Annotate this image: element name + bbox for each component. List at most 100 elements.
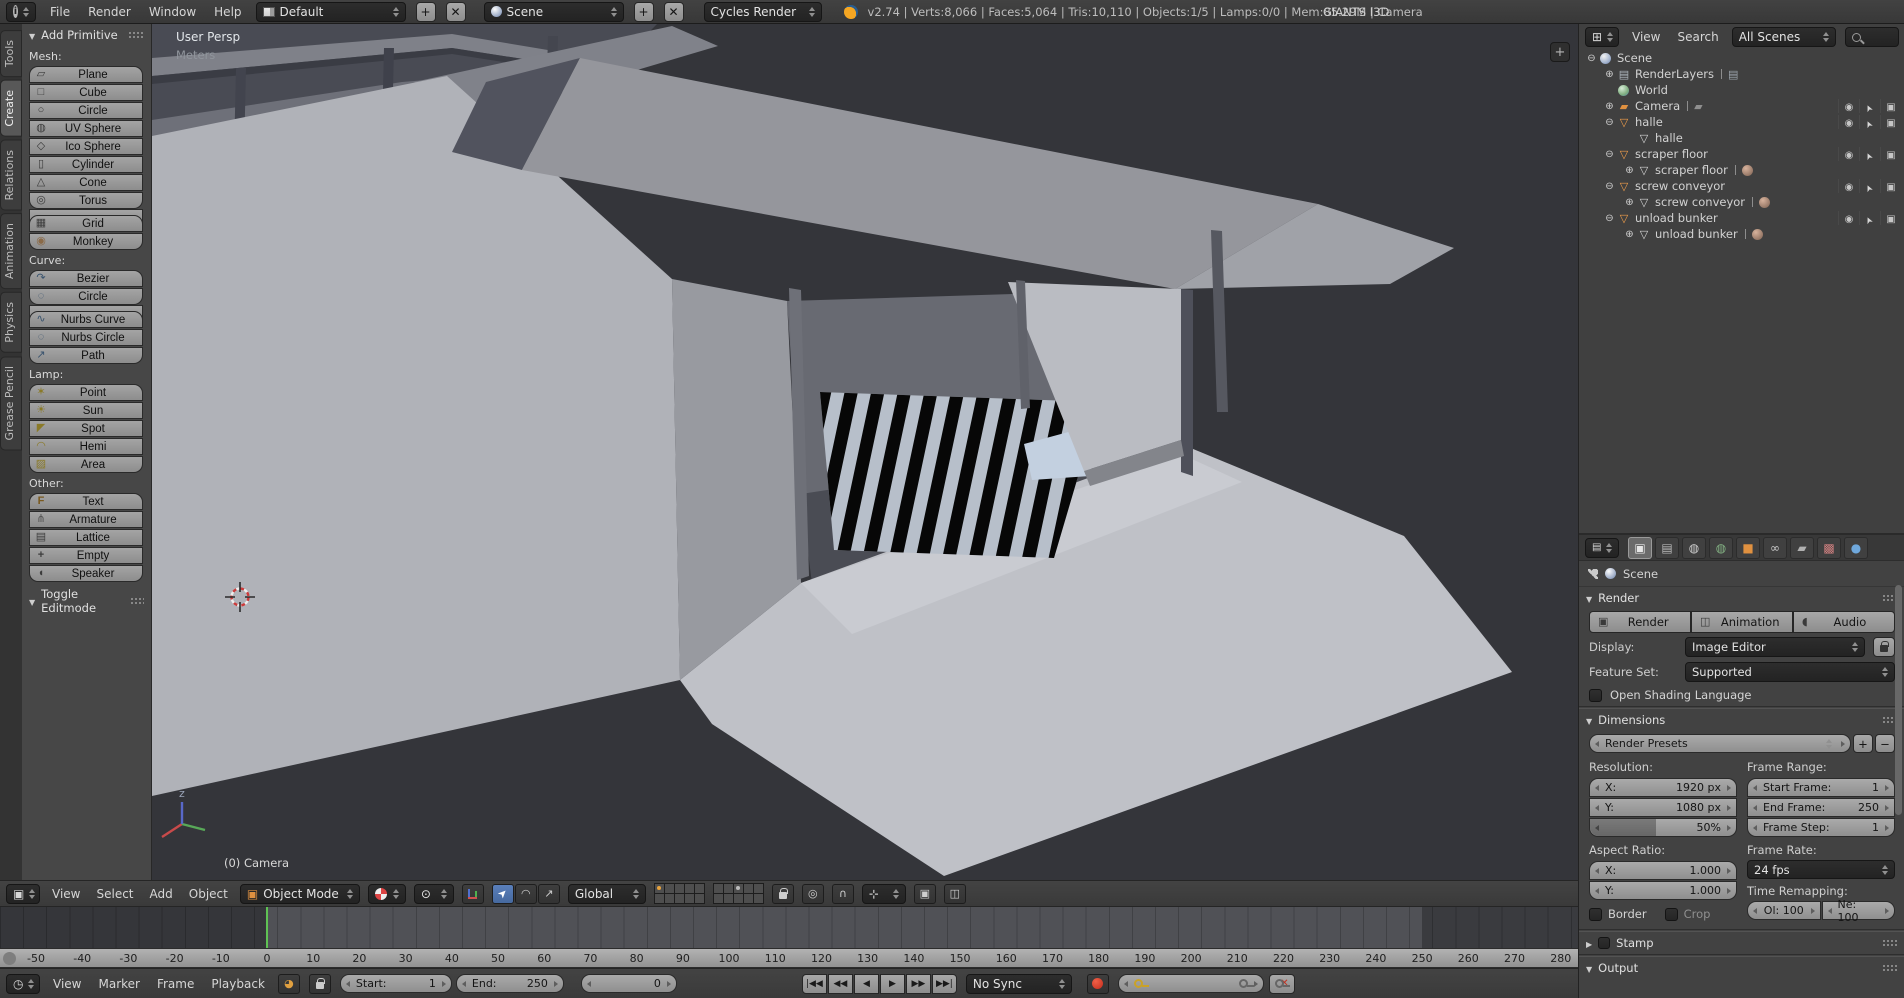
screen-layout-dropdown[interactable]: Default	[256, 2, 406, 22]
menu-view[interactable]: View	[48, 887, 84, 901]
outliner-row[interactable]: scraper floor	[1579, 146, 1904, 162]
panel-expand-icon[interactable]	[29, 594, 35, 608]
scale-manipulator-button[interactable]: ↗	[538, 884, 560, 904]
outliner-scope-dropdown[interactable]: All Scenes	[1732, 27, 1836, 47]
outliner-row[interactable]: screw conveyor	[1579, 194, 1904, 210]
outliner-row[interactable]: World	[1579, 82, 1904, 98]
properties-tab[interactable]	[1709, 537, 1733, 559]
visibility-eye-icon[interactable]	[1838, 115, 1859, 129]
toolshelf-tab[interactable]: Create	[0, 80, 22, 137]
pivot-point-dropdown[interactable]: ⊙	[414, 884, 454, 904]
render-audio-button[interactable]: ◖Audio	[1793, 611, 1895, 633]
datablock-name[interactable]: screw conveyor	[1655, 195, 1745, 209]
current-frame-field[interactable]: 0	[581, 974, 677, 993]
outliner-row[interactable]: halle	[1579, 130, 1904, 146]
proportional-edit-button[interactable]: ◎	[802, 884, 824, 904]
current-frame-marker[interactable]	[266, 907, 268, 950]
editor-type-dropdown[interactable]: ⊞	[1585, 27, 1619, 47]
outliner-row[interactable]: unload bunker	[1579, 210, 1904, 226]
menu-frame[interactable]: Frame	[153, 977, 198, 991]
sync-dropdown[interactable]: No Sync	[966, 974, 1072, 994]
toolshelf-tab[interactable]: Physics	[0, 292, 22, 353]
stamp-checkbox[interactable]	[1598, 937, 1610, 949]
menu-add[interactable]: Add	[146, 887, 177, 901]
opengl-render-button[interactable]: ▣	[914, 884, 936, 904]
outliner-row[interactable]: unload bunker	[1579, 226, 1904, 242]
outliner-row[interactable]: RenderLayers	[1579, 66, 1904, 82]
manipulator-toggle-button[interactable]	[462, 884, 484, 904]
add-primitive-button[interactable]: Circle	[29, 288, 143, 305]
outliner-search-input[interactable]	[1845, 27, 1899, 47]
properties-tab[interactable]	[1763, 537, 1787, 559]
toolshelf-tab[interactable]: Relations	[0, 140, 22, 211]
remove-preset-button[interactable]: −	[1875, 734, 1895, 753]
editor-type-dropdown[interactable]: ▣	[6, 884, 40, 904]
selectability-cursor-icon[interactable]	[1859, 99, 1880, 113]
start-frame-field[interactable]: Start Frame:1	[1747, 778, 1895, 797]
menu-playback[interactable]: Playback	[207, 977, 269, 991]
snap-element-dropdown[interactable]: ⊹	[862, 884, 906, 904]
panel-grip-icon[interactable]	[1882, 964, 1898, 973]
close-layout-button[interactable]: ✕	[446, 2, 466, 22]
jump-to-start-button[interactable]: |◀◀	[802, 974, 827, 994]
properties-tab[interactable]	[1682, 537, 1706, 559]
render-animation-button[interactable]: ◫Animation	[1691, 611, 1793, 633]
menu-view[interactable]: View	[1628, 30, 1664, 44]
outliner-row[interactable]: scraper floor	[1579, 162, 1904, 178]
outliner-row[interactable]: Camera	[1579, 98, 1904, 114]
toolshelf-tab[interactable]: Tools	[0, 30, 22, 77]
add-scene-button[interactable]: +	[634, 2, 654, 22]
add-primitive-button[interactable]: Cube	[29, 84, 143, 101]
properties-tab[interactable]	[1655, 537, 1679, 559]
renderability-camera-icon[interactable]	[1880, 115, 1901, 129]
timeline-ruler[interactable]: -50-40-30-20-100102030405060708090100110…	[0, 948, 1578, 968]
add-primitive-button[interactable]: Armature	[29, 511, 143, 528]
visibility-eye-icon[interactable]	[1838, 211, 1859, 225]
preview-range-button[interactable]: ◕	[278, 974, 300, 994]
panel-expand-icon[interactable]	[1586, 936, 1592, 950]
add-primitive-button[interactable]: Hemi	[29, 438, 143, 455]
renderability-camera-icon[interactable]	[1880, 211, 1901, 225]
datablock-name[interactable]: RenderLayers	[1635, 67, 1714, 81]
expand-toggle-icon[interactable]	[1603, 117, 1616, 128]
previous-keyframe-button[interactable]: ◀◀	[828, 974, 853, 994]
add-primitive-button[interactable]: Ico Sphere	[29, 138, 143, 155]
properties-tab[interactable]	[1628, 537, 1652, 559]
add-primitive-button[interactable]: Bezier	[29, 270, 143, 287]
panel-grip-icon[interactable]	[1882, 939, 1898, 948]
add-primitive-button[interactable]: Point	[29, 384, 143, 401]
play-reverse-button[interactable]: ◀	[854, 974, 879, 994]
panel-grip-icon[interactable]	[128, 31, 144, 40]
datablock-name[interactable]: Camera	[1635, 99, 1680, 113]
dimensions-panel-header[interactable]: Dimensions	[1579, 709, 1904, 731]
add-primitive-panel-header[interactable]: Add Primitive	[22, 24, 151, 46]
outliner-row[interactable]: Scene	[1579, 50, 1904, 66]
renderability-camera-icon[interactable]	[1880, 147, 1901, 161]
keying-set-field[interactable]	[1118, 974, 1264, 993]
snap-toggle-button[interactable]: ∩	[832, 884, 854, 904]
remove-keying-button[interactable]: ✕	[1269, 974, 1295, 994]
properties-tab[interactable]	[1790, 537, 1814, 559]
add-primitive-button[interactable]: Circle	[29, 102, 143, 119]
close-scene-button[interactable]: ✕	[664, 2, 684, 22]
selectability-cursor-icon[interactable]	[1859, 115, 1880, 129]
menu-help[interactable]: Help	[210, 5, 245, 19]
add-primitive-button[interactable]: Torus	[29, 192, 143, 209]
pin-icon[interactable]	[1588, 569, 1598, 579]
panel-expand-icon[interactable]	[29, 28, 35, 42]
viewport-shading-dropdown[interactable]	[368, 884, 406, 904]
resolution-scale-slider[interactable]: 50%	[1589, 818, 1737, 837]
aspect-y-field[interactable]: Y:1.000	[1589, 881, 1737, 900]
add-primitive-button[interactable]: Lattice	[29, 529, 143, 546]
datablock-name[interactable]: screw conveyor	[1635, 179, 1725, 193]
panel-grip-icon[interactable]	[130, 597, 144, 606]
selectability-cursor-icon[interactable]	[1859, 147, 1880, 161]
menu-view[interactable]: View	[49, 977, 85, 991]
panel-expand-icon[interactable]	[1586, 713, 1592, 727]
end-frame-field[interactable]: End Frame:250	[1747, 798, 1895, 817]
add-preset-button[interactable]: +	[1853, 734, 1873, 753]
add-primitive-button[interactable]: Sun	[29, 402, 143, 419]
3d-viewport[interactable]: z User Persp Meters (0) Camera +	[152, 24, 1578, 880]
add-primitive-button[interactable]: Spot	[29, 420, 143, 437]
renderability-camera-icon[interactable]	[1880, 99, 1901, 113]
